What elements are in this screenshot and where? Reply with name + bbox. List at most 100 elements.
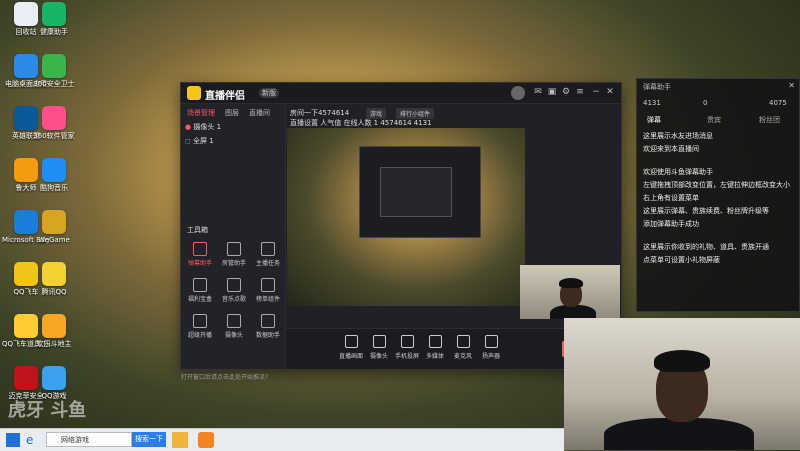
danmaku-message: 点菜单可设置小礼物屏蔽 xyxy=(643,256,720,264)
desktop-icon-label: WeGame xyxy=(38,236,70,244)
desktop-icon[interactable]: WeGame xyxy=(30,210,78,245)
tab-fans[interactable]: 粉丝团 xyxy=(759,115,780,125)
tool-icon xyxy=(193,314,207,328)
version-badge: 新版 xyxy=(259,88,279,98)
desktop-icon[interactable]: 360安全卫士 xyxy=(30,54,78,89)
bottom-action[interactable]: 扬声器 xyxy=(478,335,504,360)
danmaku-message: 这里展示弹幕、贵族续费、粉丝牌升级等 xyxy=(643,207,769,215)
tab-scenes[interactable]: 场景管理 xyxy=(187,108,215,118)
bottom-action-icon xyxy=(456,335,470,348)
danmaku-message: 添加弹幕助手成功 xyxy=(643,220,699,228)
tool-button[interactable]: 房管助手 xyxy=(219,242,249,267)
tool-button[interactable]: 音乐点歌 xyxy=(219,278,249,303)
bottom-action[interactable]: 摄像头 xyxy=(366,335,392,360)
desktop-icon-label: 健康助手 xyxy=(40,28,68,36)
app-name: 直播伴侣 xyxy=(205,91,245,102)
desktop-icon[interactable]: 健康助手 xyxy=(30,2,78,37)
menu-icon[interactable]: ≡ xyxy=(575,87,585,97)
close-icon[interactable]: ✕ xyxy=(788,81,795,90)
bottom-action[interactable]: 多媒体 xyxy=(422,335,448,360)
desktop-icon[interactable]: 酷狗音乐 xyxy=(30,158,78,193)
scene-item[interactable]: ● 摄像头 1 xyxy=(185,122,281,132)
minimize-icon[interactable]: − xyxy=(591,87,601,97)
bottom-action-label: 麦克风 xyxy=(453,353,472,360)
bottom-action-label: 手机投屏 xyxy=(394,353,419,360)
tab-vip[interactable]: 贵宾 xyxy=(707,115,721,125)
tool-button[interactable]: 超级开播 xyxy=(185,314,215,339)
tool-button[interactable]: 主播任务 xyxy=(253,242,283,267)
tool-button[interactable]: 摄像头 xyxy=(219,314,249,339)
tool-label: 摄像头 xyxy=(224,332,243,339)
bottom-action-label: 直播画面 xyxy=(338,353,363,360)
tab-danmaku[interactable]: 弹幕 xyxy=(647,115,661,125)
status-tip[interactable]: 打开窗口后请点击此处开始推流? xyxy=(181,372,285,390)
bottom-action-icon xyxy=(400,335,414,348)
tool-label: 超级开播 xyxy=(187,332,212,339)
nested-preview-window-inner xyxy=(380,167,452,217)
desktop-watermark: 虎牙 斗鱼 xyxy=(8,400,87,421)
start-icon[interactable] xyxy=(6,433,20,447)
source-item[interactable]: ◻ 全屏 1 xyxy=(185,136,281,146)
bottom-action-label: 摄像头 xyxy=(369,353,388,360)
gift-icon[interactable]: ▣ xyxy=(547,87,557,97)
danmaku-message: 这里展示你收到的礼物、道具、贵族开通 xyxy=(643,243,769,251)
tool-icon xyxy=(227,242,241,256)
tool-button[interactable]: 榜单组件 xyxy=(253,278,283,303)
danmaku-message: 欢迎使用斗鱼弹幕助手 xyxy=(643,168,713,176)
app-logo-icon xyxy=(187,86,201,100)
app-icon xyxy=(42,2,66,26)
app-icon xyxy=(42,210,66,234)
stream-app-window[interactable]: 直播伴侣 新版 ✉ ▣ ⚙ ≡ − ✕ 场景管理 图层 直播间 ● 摄像头 1 … xyxy=(180,82,622,381)
desktop-icon[interactable]: 腾讯QQ xyxy=(30,262,78,297)
webcam-preview-small xyxy=(520,265,620,319)
tool-icon xyxy=(227,314,241,328)
gift-count: 0 xyxy=(703,99,708,107)
tool-icon xyxy=(193,242,207,256)
stream-preview[interactable] xyxy=(287,128,525,306)
room-info: 直播设置 人气值 在线人数 1 4574614 4131 xyxy=(290,119,432,127)
taskbar-search-input[interactable]: 网络游戏 xyxy=(46,432,132,447)
tool-icon xyxy=(227,278,241,292)
taskbar-search-button[interactable]: 搜索一下 xyxy=(132,432,166,447)
left-pane: 场景管理 图层 直播间 ● 摄像头 1 ◻ 全屏 1 工具箱 弹幕助手 房管助手 主… xyxy=(181,104,286,381)
browser-icon[interactable]: e xyxy=(26,432,42,448)
desktop-icon-label: 欢乐斗地主 xyxy=(36,340,72,348)
message-icon[interactable]: ✉ xyxy=(533,87,543,97)
desktop-icon-label: 腾讯QQ xyxy=(41,288,67,296)
app-icon xyxy=(42,262,66,286)
bottom-action-icon xyxy=(372,335,386,348)
desktop-icon[interactable]: 欢乐斗地主 xyxy=(30,314,78,349)
close-icon[interactable]: ✕ xyxy=(605,87,615,97)
bottom-action-icon xyxy=(344,335,358,348)
app-icon xyxy=(42,54,66,78)
bottom-action[interactable]: 麦克风 xyxy=(450,335,476,360)
taskbar: e 网络游戏 搜索一下 xyxy=(0,428,564,451)
tab-layers[interactable]: 图层 xyxy=(225,108,239,118)
tool-button[interactable]: 数据助手 xyxy=(253,314,283,339)
tools-header: 工具箱 xyxy=(187,226,208,234)
webcam-preview-large xyxy=(564,318,800,450)
stream-app-taskbar-icon[interactable] xyxy=(198,432,214,448)
tool-label: 数据助手 xyxy=(255,332,280,339)
danmaku-panel[interactable]: 弹幕助手 ✕ 4131 0 4075 弹幕 贵宾 粉丝团 这里展示水友进场消息欢… xyxy=(636,78,800,312)
file-explorer-icon[interactable] xyxy=(172,432,188,448)
nested-preview-window xyxy=(359,146,481,238)
app-icon xyxy=(42,314,66,338)
viewer-count: 4131 xyxy=(643,99,661,107)
window-titlebar[interactable]: 直播伴侣 新版 ✉ ▣ ⚙ ≡ − ✕ xyxy=(181,83,621,104)
tool-button[interactable]: 弹幕助手 xyxy=(185,242,215,267)
danmaku-title: 弹幕助手 xyxy=(643,83,671,91)
avatar[interactable] xyxy=(511,86,525,100)
desktop-icon-label: 360安全卫士 xyxy=(33,80,75,88)
tool-label: 主播任务 xyxy=(255,260,280,267)
danmaku-message: 右上角有设置菜单 xyxy=(643,194,699,202)
tab-room[interactable]: 直播间 xyxy=(249,108,270,118)
bottom-action[interactable]: 直播画面 xyxy=(338,335,364,360)
desktop-icon[interactable]: 360软件管家 xyxy=(30,106,78,141)
like-count: 4075 xyxy=(769,99,787,107)
tool-label: 音乐点歌 xyxy=(221,296,246,303)
bottom-action[interactable]: 手机投屏 xyxy=(394,335,420,360)
settings-icon[interactable]: ⚙ xyxy=(561,87,571,97)
tool-button[interactable]: 福利宝盒 xyxy=(185,278,215,303)
tool-icon xyxy=(193,278,207,292)
